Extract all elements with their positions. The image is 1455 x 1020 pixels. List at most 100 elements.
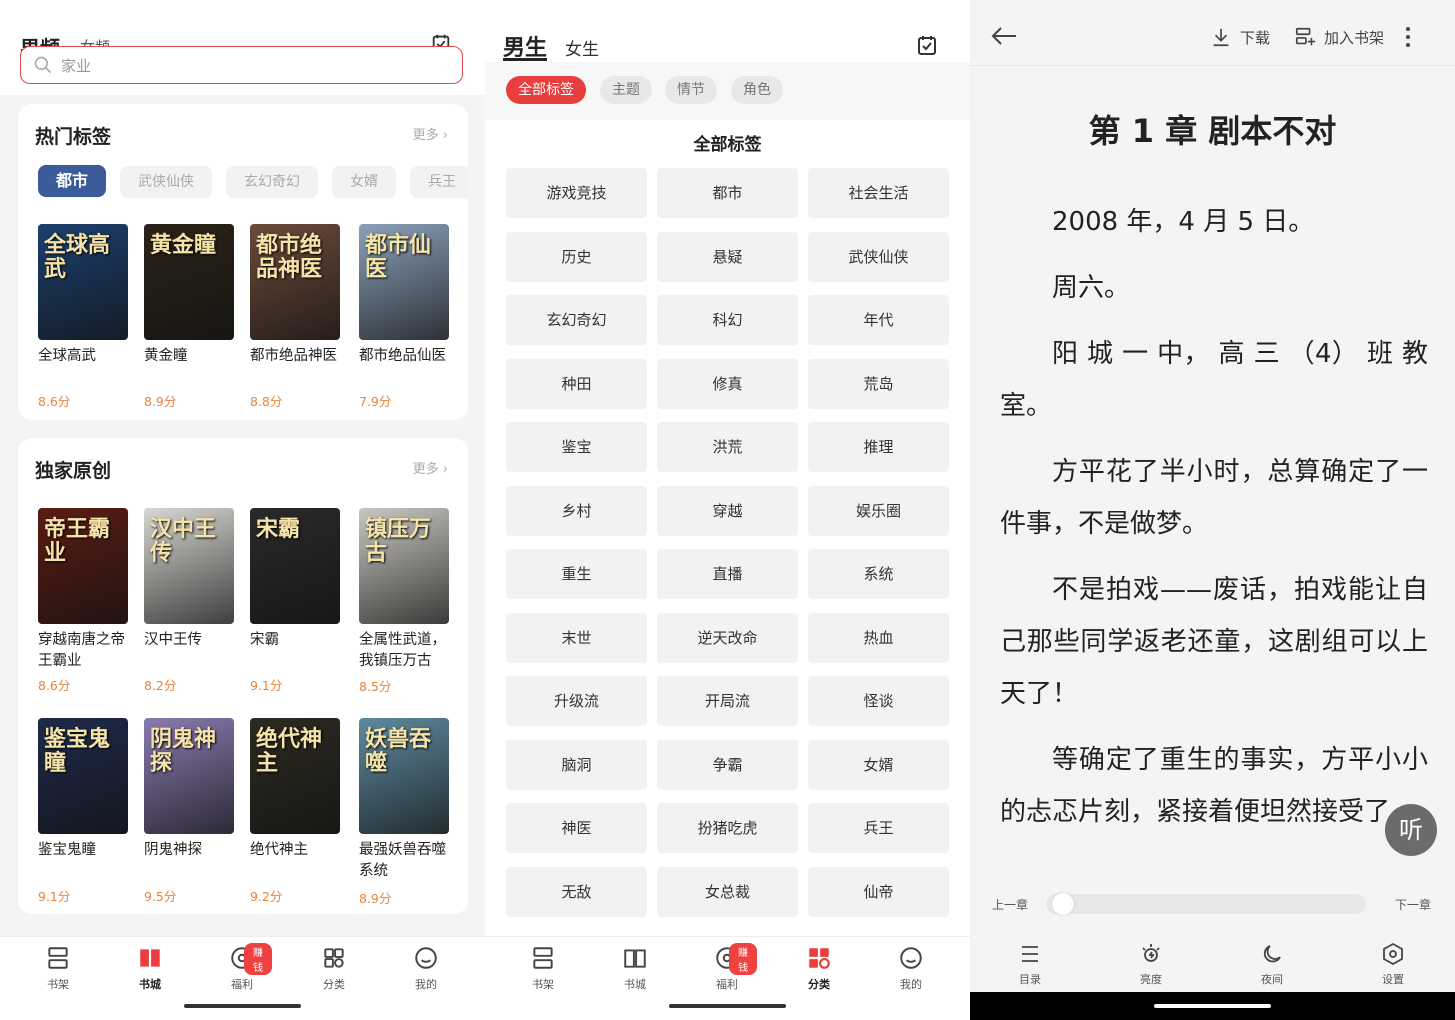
category-tag[interactable]: 武侠仙侠: [808, 231, 949, 282]
category-tag[interactable]: 修真: [657, 358, 798, 409]
book-cover[interactable]: 绝代神主: [250, 718, 340, 834]
category-tag[interactable]: 荒岛: [808, 358, 949, 409]
category-tag[interactable]: 兵王: [808, 803, 949, 853]
book-cover[interactable]: 都市仙医: [359, 224, 449, 340]
checkin-icon[interactable]: [915, 33, 939, 57]
category-tag[interactable]: 无敌: [506, 866, 647, 917]
hot-tags-more-link[interactable]: 更多 ›: [413, 124, 448, 143]
nav-profile[interactable]: 我的: [881, 945, 941, 992]
category-tag[interactable]: 玄幻奇幻: [506, 295, 647, 345]
nav-bookshelf[interactable]: 书架: [28, 945, 88, 992]
category-tag[interactable]: 神医: [506, 803, 647, 853]
book-score: 8.8分: [250, 394, 283, 409]
category-tag[interactable]: 都市: [657, 168, 798, 218]
category-tag[interactable]: 娱乐圈: [808, 485, 949, 536]
prev-chapter-button[interactable]: 上一章: [992, 896, 1028, 913]
search-input[interactable]: 家业: [20, 46, 463, 84]
category-tag[interactable]: 游戏竞技: [506, 168, 647, 218]
book-item[interactable]: 宋霸 宋霸: [250, 508, 340, 651]
category-tag[interactable]: 穿越: [657, 485, 798, 536]
book-item[interactable]: 阴鬼神探 阴鬼神探: [144, 718, 234, 861]
category-tag[interactable]: 种田: [506, 358, 647, 409]
filter-chip[interactable]: 主题: [600, 76, 652, 104]
nav-category[interactable]: 分类: [304, 945, 364, 992]
progress-slider[interactable]: [1046, 894, 1366, 914]
nav-bookstore[interactable]: 书城: [605, 945, 665, 992]
category-tag[interactable]: 女总裁: [657, 866, 798, 917]
brightness-button[interactable]: 亮度: [1121, 942, 1181, 987]
category-tag[interactable]: 热血: [808, 612, 949, 663]
book-item[interactable]: 都市仙医 都市绝品仙医: [359, 224, 449, 367]
listen-button[interactable]: 听: [1385, 804, 1437, 856]
reader-content[interactable]: 2008 年，4 月 5 日。 周六。 阳 城 一 中， 高 三 （4） 班 教…: [1000, 196, 1428, 868]
book-item[interactable]: 汉中王传 汉中王传: [144, 508, 234, 651]
nav-bookstore[interactable]: 书城: [120, 945, 180, 992]
filter-chip[interactable]: 全部标签: [506, 76, 586, 104]
next-chapter-button[interactable]: 下一章: [1395, 896, 1431, 913]
category-tag[interactable]: 年代: [808, 295, 949, 345]
category-tag[interactable]: 脑洞: [506, 739, 647, 790]
book-cover[interactable]: 汉中王传: [144, 508, 234, 624]
category-tag[interactable]: 系统: [808, 549, 949, 599]
category-tag[interactable]: 开局流: [657, 676, 798, 726]
category-tag[interactable]: 争霸: [657, 739, 798, 790]
category-tag[interactable]: 扮猪吃虎: [657, 803, 798, 853]
category-tag[interactable]: 逆天改命: [657, 612, 798, 663]
book-cover[interactable]: 宋霸: [250, 508, 340, 624]
category-tag[interactable]: 重生: [506, 549, 647, 599]
progress-knob[interactable]: [1051, 893, 1074, 915]
book-item[interactable]: 鉴宝鬼瞳 鉴宝鬼瞳: [38, 718, 128, 861]
category-tag[interactable]: 社会生活: [808, 168, 949, 218]
category-tag[interactable]: 科幻: [657, 295, 798, 345]
book-item[interactable]: 帝王霸业 穿越南唐之帝王霸业: [38, 508, 128, 672]
book-item[interactable]: 妖兽吞噬 最强妖兽吞噬系统: [359, 718, 449, 882]
category-tag[interactable]: 历史: [506, 231, 647, 282]
nav-bookshelf[interactable]: 书架: [513, 945, 573, 992]
hot-tag-chip[interactable]: 武侠仙侠: [120, 166, 213, 198]
book-item[interactable]: 绝代神主 绝代神主: [250, 718, 340, 861]
category-tag[interactable]: 怪谈: [808, 676, 949, 726]
hot-tag-chip[interactable]: 兵王: [410, 166, 468, 198]
night-mode-button[interactable]: 夜间: [1242, 942, 1302, 987]
download-icon: [1213, 28, 1229, 47]
category-tag[interactable]: 直播: [657, 549, 798, 599]
category-tag[interactable]: 末世: [506, 612, 647, 663]
book-item[interactable]: 都市绝品神医 都市绝品神医: [250, 224, 340, 367]
category-tag[interactable]: 仙帝: [808, 866, 949, 917]
category-tag[interactable]: 女婿: [808, 739, 949, 790]
category-tag[interactable]: 鉴宝: [506, 422, 647, 472]
filter-chip[interactable]: 角色: [731, 76, 783, 104]
tab-female[interactable]: 女生: [565, 35, 599, 60]
book-cover[interactable]: 都市绝品神医: [250, 224, 340, 340]
book-item[interactable]: 镇压万古 全属性武道，我镇压万古: [359, 508, 449, 672]
back-arrow-icon[interactable]: [990, 24, 1018, 48]
book-cover[interactable]: 帝王霸业: [38, 508, 128, 624]
nav-profile[interactable]: 我的: [396, 945, 456, 992]
book-cover[interactable]: 黄金瞳: [144, 224, 234, 340]
settings-button[interactable]: 设置: [1363, 942, 1423, 987]
nav-welfare[interactable]: 赚钱 福利: [697, 943, 757, 992]
add-to-shelf-button[interactable]: 加入书架: [1294, 26, 1384, 48]
category-tag[interactable]: 乡村: [506, 485, 647, 536]
book-cover[interactable]: 镇压万古: [359, 508, 449, 624]
hot-tag-chip[interactable]: 女婿: [332, 166, 397, 198]
book-cover[interactable]: 鉴宝鬼瞳: [38, 718, 128, 834]
filter-chip[interactable]: 情节: [665, 76, 717, 104]
category-tag[interactable]: 升级流: [506, 676, 647, 726]
hot-tag-chip[interactable]: 都市: [38, 165, 107, 197]
download-button[interactable]: 下载: [1210, 26, 1270, 48]
book-cover[interactable]: 阴鬼神探: [144, 718, 234, 834]
book-item[interactable]: 全球高武 全球高武: [38, 224, 128, 367]
toc-button[interactable]: 目录: [1000, 942, 1060, 987]
nav-category[interactable]: 分类: [789, 945, 849, 992]
category-tag[interactable]: 洪荒: [657, 422, 798, 472]
category-tag[interactable]: 推理: [808, 422, 949, 472]
hot-tag-chip[interactable]: 玄幻奇幻: [226, 166, 319, 198]
book-cover[interactable]: 全球高武: [38, 224, 128, 340]
book-cover[interactable]: 妖兽吞噬: [359, 718, 449, 834]
category-tag[interactable]: 悬疑: [657, 231, 798, 282]
exclusive-more-link[interactable]: 更多 ›: [413, 458, 448, 477]
more-vertical-icon[interactable]: [1403, 26, 1413, 48]
book-item[interactable]: 黄金瞳 黄金瞳: [144, 224, 234, 367]
nav-welfare[interactable]: 赚钱 福利: [212, 943, 272, 992]
